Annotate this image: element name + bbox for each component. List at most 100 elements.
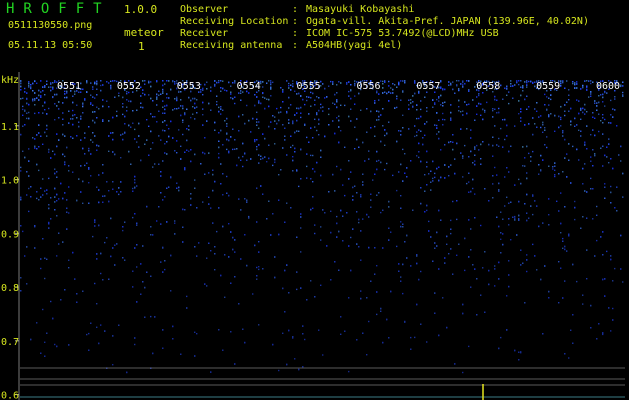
noise-speck [40,80,42,82]
noise-speck [134,343,136,346]
noise-speck [182,105,184,107]
noise-speck [320,103,322,106]
noise-speck [604,154,606,157]
noise-speck [532,195,534,197]
noise-speck [566,80,568,82]
noise-speck [88,167,90,169]
noise-speck [574,206,576,209]
noise-speck [244,153,246,155]
noise-speck [458,88,460,90]
noise-speck [112,247,114,249]
noise-speck [290,135,292,137]
noise-speck [42,194,44,196]
noise-speck [222,109,224,111]
noise-speck [336,165,338,168]
noise-speck [622,91,624,94]
noise-speck [66,228,68,230]
noise-speck [296,130,298,132]
noise-speck [508,91,510,93]
noise-speck [300,213,302,215]
noise-speck [532,117,534,119]
noise-speck [602,333,604,336]
noise-speck [280,106,282,109]
noise-speck [26,92,28,94]
noise-speck [336,215,338,218]
noise-speck [166,80,168,82]
noise-speck [234,239,236,241]
noise-speck [402,91,404,93]
noise-speck [536,102,538,104]
noise-speck [512,85,514,87]
noise-speck [370,280,372,282]
noise-speck [66,211,68,213]
noise-speck [562,247,564,249]
noise-speck [386,133,388,135]
noise-speck [258,102,260,104]
noise-speck [258,127,260,129]
noise-speck [602,231,604,233]
noise-speck [268,200,270,202]
noise-speck [220,163,222,165]
noise-speck [366,354,368,356]
noise-speck [128,91,130,94]
noise-speck [452,81,454,83]
noise-speck [152,166,154,168]
noise-speck [44,341,46,343]
noise-speck [586,249,588,251]
noise-speck [370,206,372,208]
noise-speck [452,141,454,143]
noise-speck [376,265,378,267]
noise-speck [610,255,612,257]
noise-speck [606,156,608,158]
noise-speck [354,95,356,97]
noise-speck [294,114,296,116]
noise-speck [508,202,510,204]
noise-speck [160,261,162,263]
noise-speck [22,230,24,233]
noise-speck [280,87,282,89]
noise-speck [352,199,354,201]
noise-speck [504,138,506,141]
noise-speck [552,168,554,170]
noise-speck [56,171,58,173]
noise-speck [394,107,396,109]
noise-speck [526,270,528,273]
noise-speck [288,107,290,109]
noise-speck [22,105,24,108]
noise-speck [608,138,610,140]
plot-background [0,72,629,400]
noise-speck [388,85,390,87]
noise-speck [508,285,510,288]
noise-speck [68,170,70,172]
noise-speck [274,116,276,118]
noise-speck [132,122,134,124]
noise-speck [584,163,586,165]
noise-speck [280,111,282,113]
noise-speck [334,190,336,192]
noise-speck [474,193,476,195]
noise-speck [582,294,584,296]
noise-speck [450,84,452,86]
noise-speck [88,202,90,204]
noise-speck [560,192,562,194]
noise-speck [28,187,30,190]
noise-speck [594,117,596,119]
noise-speck [594,154,596,157]
noise-speck [164,83,166,85]
noise-speck [64,155,66,158]
noise-speck [468,80,470,82]
noise-speck [334,132,336,135]
noise-speck [274,276,276,279]
noise-speck [260,102,262,105]
noise-speck [190,99,192,102]
noise-speck [132,187,134,190]
noise-speck [42,90,44,92]
noise-speck [522,87,524,89]
noise-speck [494,166,496,169]
noise-speck [330,279,332,281]
noise-speck [110,80,112,82]
noise-speck [38,169,40,172]
noise-speck [66,96,68,99]
noise-speck [466,182,468,185]
noise-speck [418,142,420,145]
